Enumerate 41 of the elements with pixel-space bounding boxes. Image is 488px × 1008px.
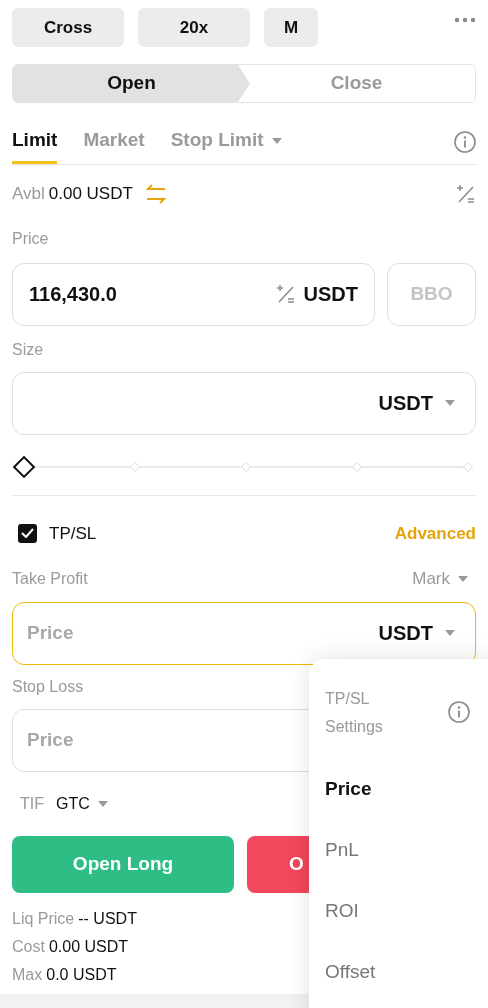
- plus-minus-icon[interactable]: [275, 284, 296, 304]
- more-icon[interactable]: [454, 16, 476, 23]
- summary-value: -- USDT: [78, 908, 137, 929]
- margin-button[interactable]: M: [264, 8, 318, 47]
- side-tab[interactable]: Open: [13, 65, 250, 102]
- summary-value: 0.00 USDT: [48, 936, 129, 957]
- menu-item[interactable]: PnL: [325, 820, 483, 881]
- size-label: Size: [12, 339, 45, 360]
- available-label: Avbl: [12, 183, 45, 205]
- stop-loss-label: Stop Loss: [12, 677, 84, 695]
- summary-value: 0.0 USDT: [46, 964, 117, 985]
- price-field[interactable]: 116,430.0 USDT: [12, 262, 375, 326]
- info-icon[interactable]: [454, 131, 476, 153]
- caret-down-icon: [458, 575, 468, 582]
- size-slider[interactable]: [12, 454, 476, 479]
- take-profit-label: Take Profit: [12, 568, 88, 589]
- summary-label: Cost: [12, 936, 45, 957]
- margin-button[interactable]: Cross: [12, 8, 124, 47]
- tpsl-label: TP/SL: [49, 522, 97, 545]
- caret-down-icon: [97, 800, 108, 807]
- available-value: 0.00 USDT: [48, 183, 133, 205]
- order-type-tab[interactable]: Stop Limit: [170, 120, 282, 164]
- menu-item[interactable]: Offset: [325, 942, 483, 1003]
- transfer-icon[interactable]: [144, 183, 167, 204]
- margin-button[interactable]: 20x: [138, 8, 250, 47]
- caret-down-icon: [445, 400, 455, 406]
- price-label: Price: [12, 228, 50, 249]
- order-type-tab[interactable]: Market: [83, 120, 145, 164]
- open-long-button[interactable]: Open Long: [12, 835, 234, 893]
- trigger-dropdown[interactable]: Mark: [412, 566, 468, 592]
- size-field[interactable]: USDT: [12, 371, 476, 435]
- summary-label: Liq Price: [12, 908, 75, 929]
- caret-down-icon: [445, 630, 455, 636]
- tif-dropdown[interactable]: GTC: [56, 791, 108, 816]
- menu-item[interactable]: ROI: [325, 881, 483, 942]
- plus-minus-icon[interactable]: [456, 183, 476, 204]
- order-type-tab[interactable]: Limit: [12, 120, 58, 164]
- tif-label: TIF: [20, 793, 44, 814]
- summary-label: Max: [12, 964, 43, 985]
- tpsl-checkbox[interactable]: [18, 523, 37, 543]
- info-icon[interactable]: [448, 701, 470, 723]
